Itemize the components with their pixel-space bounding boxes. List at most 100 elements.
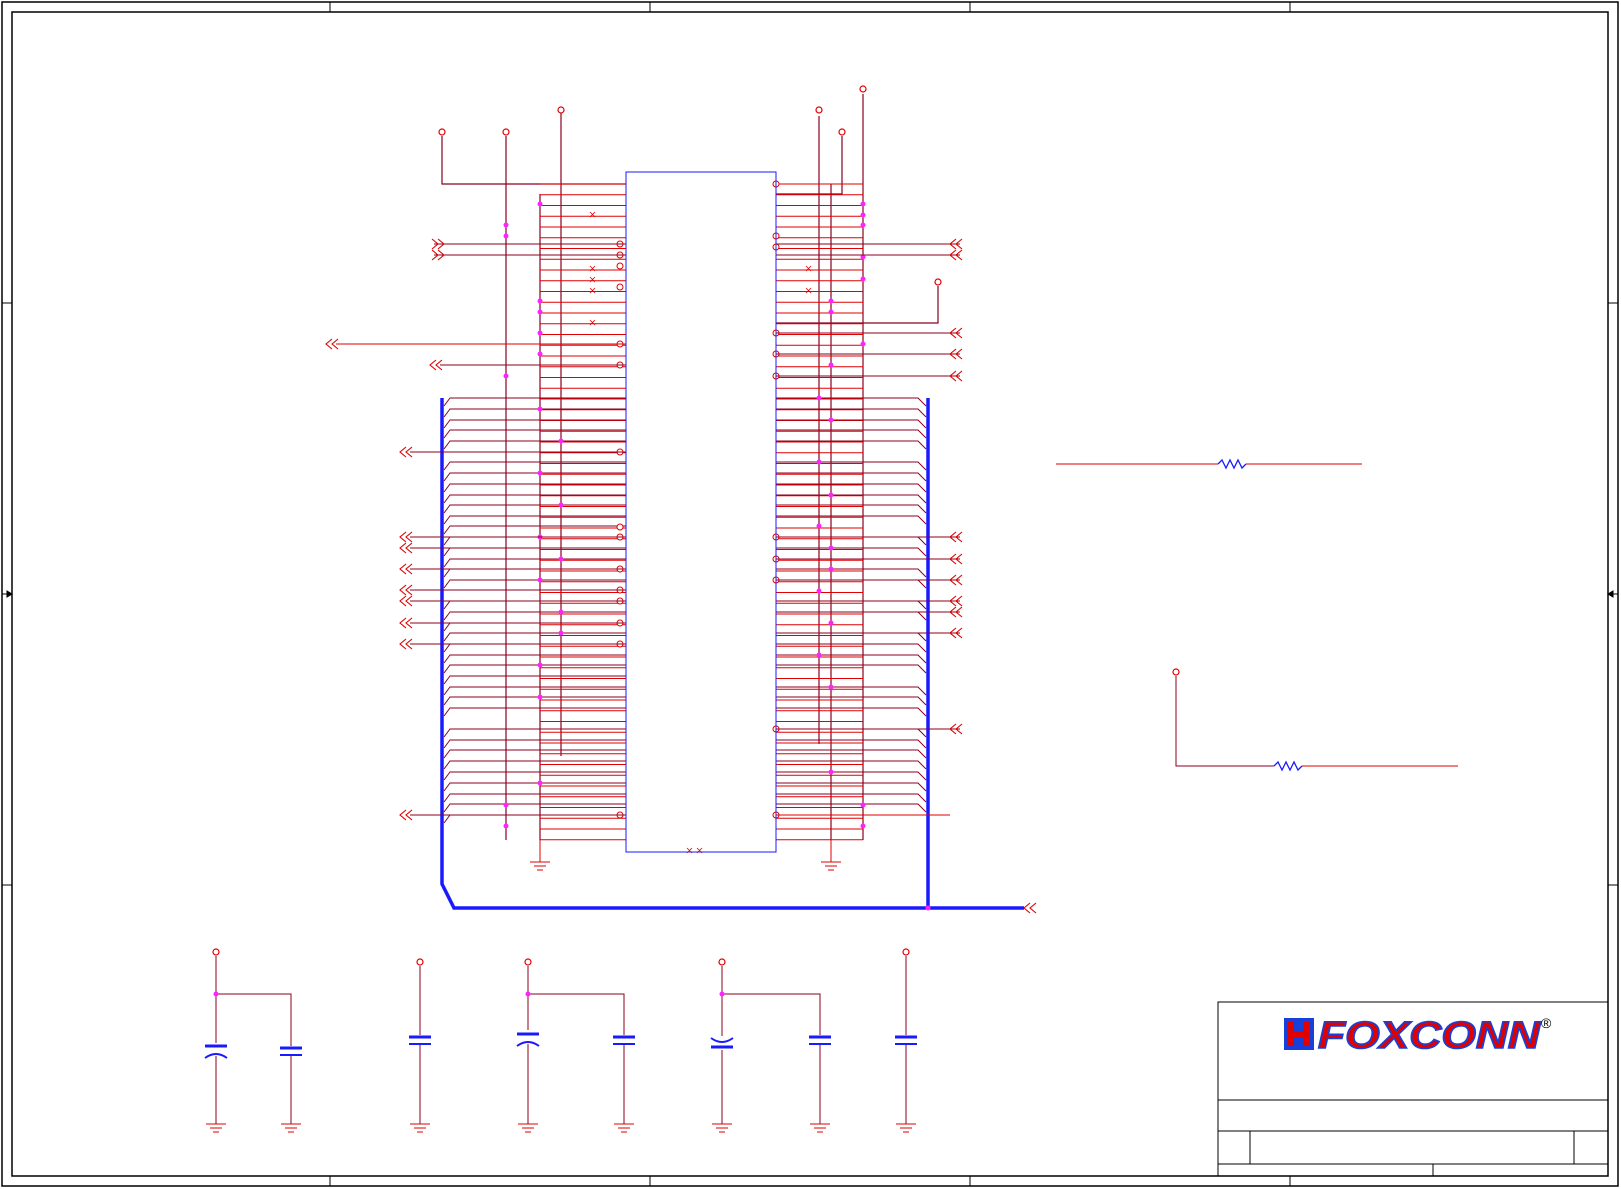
capacitor-icon[interactable]: [613, 1035, 635, 1045]
bus-entry-left: [443, 686, 626, 696]
bus-entry-left: [443, 536, 626, 546]
bus-entry-left: [443, 632, 626, 642]
resistor-r1[interactable]: [1056, 458, 1362, 470]
bus-entry-left: [443, 675, 626, 685]
drawing-frame: [1, 1, 1619, 1187]
junction-dot: [537, 694, 543, 700]
bus-entry-left: [443, 739, 626, 749]
power-port-icon: [212, 948, 220, 956]
decoupling-capacitors: [204, 948, 917, 1133]
bus-entry-left: [443, 600, 626, 610]
bus-entry-left: [443, 782, 626, 792]
bus-entry-right: [776, 782, 927, 792]
bus-entry-left: [443, 793, 626, 803]
connector-component[interactable]: [625, 171, 777, 853]
resistor-icon: [1273, 760, 1303, 772]
junction-dot: [816, 588, 822, 594]
bus-entry-left: [443, 696, 626, 706]
junction-dot: [860, 222, 866, 228]
capacitor-icon[interactable]: [895, 1035, 917, 1045]
junction-dot: [537, 309, 543, 315]
junction-dot: [503, 373, 509, 379]
capacitor-icon[interactable]: [809, 1035, 831, 1045]
junction-dot: [828, 769, 834, 775]
junction-dot: [816, 652, 822, 658]
bus-entry-left: [443, 611, 626, 621]
junction-dot: [860, 201, 866, 207]
junction-dot: [558, 609, 564, 615]
polarized-capacitor-icon[interactable]: [516, 1030, 540, 1047]
power-port-icon: [416, 958, 424, 966]
junction-dot: [828, 620, 834, 626]
junction-dot: [816, 395, 822, 401]
bus-entry-right: [776, 793, 927, 803]
bus-entry-right: [776, 579, 927, 589]
ground-icon: [530, 840, 841, 871]
bus-entry-lines: [443, 397, 927, 824]
frame-zone-ticks: [2, 2, 1618, 1186]
bus-entry-right: [776, 739, 927, 749]
junction-dot: [828, 566, 834, 572]
junction-dot: [828, 417, 834, 423]
junction-dot: [503, 823, 509, 829]
bus-entry-left: [443, 728, 626, 738]
power-port-icon: [902, 948, 910, 956]
bus-entry-left: [443, 664, 626, 674]
power-port-icon: [524, 958, 532, 966]
registered-mark: ®: [1541, 1015, 1552, 1031]
polarized-capacitor-icon[interactable]: [710, 1036, 734, 1050]
bus-entry-right: [776, 568, 927, 578]
bus-entry-right: [776, 728, 927, 738]
bus-entry-right: [776, 536, 927, 546]
hon-hai-emblem-icon: [1284, 1018, 1314, 1050]
junction-dot: [828, 684, 834, 690]
junction-dot: [558, 556, 564, 562]
capacitor-icon[interactable]: [409, 1035, 431, 1045]
frame-center-arrow-icon: [2, 590, 1618, 598]
bus-entry-right: [776, 632, 927, 642]
power-port-icon: [1172, 668, 1180, 676]
power-port-icon: [718, 958, 726, 966]
bus-entry-left: [443, 814, 626, 824]
bus-entry-right: [776, 611, 927, 621]
bus-entry-left: [443, 771, 626, 781]
bus-entry-left: [443, 568, 626, 578]
junction-dot: [537, 406, 543, 412]
bus-entry-right: [776, 419, 927, 429]
pin-terminals: [616, 180, 780, 819]
junction-dot: [558, 438, 564, 444]
bus-entry-left: [443, 654, 626, 664]
junction-dot: [816, 459, 822, 465]
junction-dot: [537, 330, 543, 336]
junction-dot: [828, 362, 834, 368]
junction-dot: [828, 492, 834, 498]
junction-dot: [860, 823, 866, 829]
junction-dot: [558, 502, 564, 508]
ground-icon: [206, 1123, 916, 1133]
junction-dot: [860, 212, 866, 218]
bus-entry-left: [443, 525, 626, 535]
polarized-capacitor-icon[interactable]: [204, 1043, 228, 1059]
junction-dot: [503, 802, 509, 808]
junction-dot: [860, 341, 866, 347]
bus-entry-right: [776, 707, 927, 717]
junction-dot: [537, 298, 543, 304]
junction-dot: [537, 662, 543, 668]
resistor-r2[interactable]: [1172, 668, 1458, 772]
junction-dot: [537, 780, 543, 786]
junction-dot: [828, 298, 834, 304]
bus-entry-right: [776, 696, 927, 706]
pin-terminal: [616, 283, 624, 291]
junction-dot: [860, 276, 866, 282]
connector-left-pins: [540, 183, 626, 841]
bus-entry-right: [776, 686, 927, 696]
bus-entry-right: [776, 664, 927, 674]
junction-dot: [537, 201, 543, 207]
junction-dot: [816, 523, 822, 529]
bus-entry-left: [443, 579, 626, 589]
capacitor-icon[interactable]: [280, 1046, 302, 1056]
resistor-icon: [1217, 458, 1247, 470]
bus-entry-right: [776, 654, 927, 664]
bus-junction: [925, 905, 931, 911]
junction-dot: [860, 802, 866, 808]
